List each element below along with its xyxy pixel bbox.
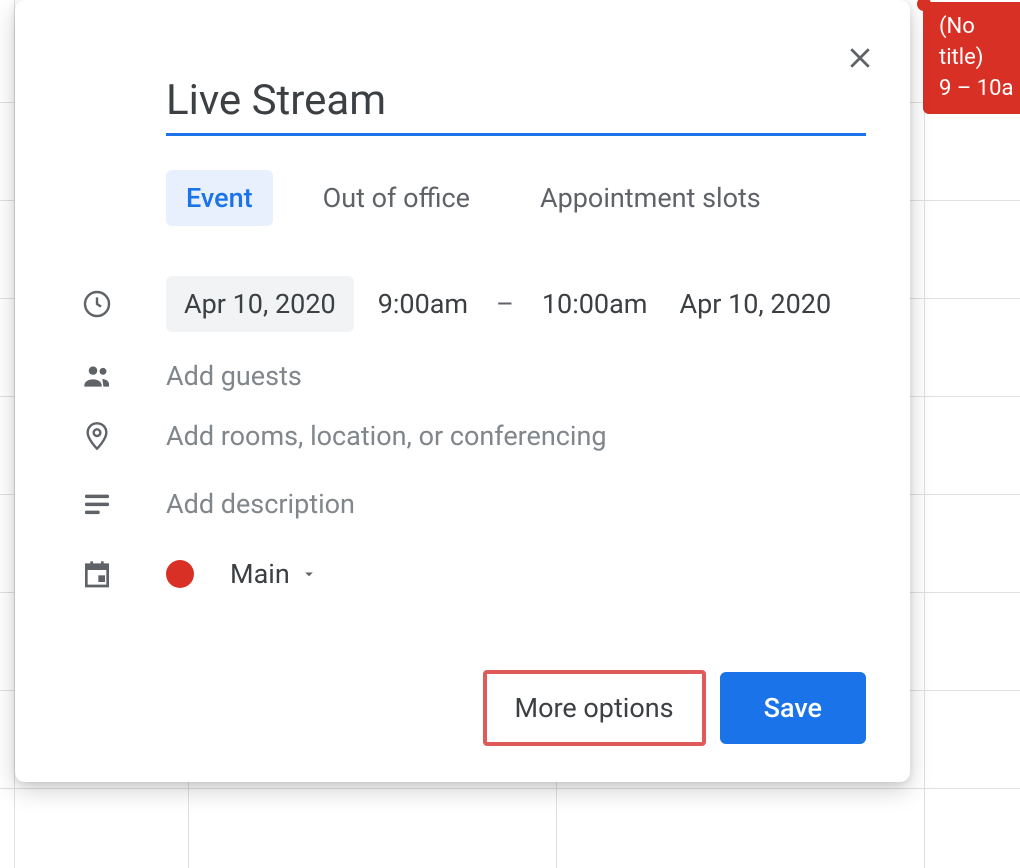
location-row[interactable]: Add rooms, location, or conferencing: [51, 420, 874, 452]
time-range-dash: –: [492, 288, 518, 320]
datetime-row: Apr 10, 2020 9:00am – 10:00am Apr 10, 20…: [51, 276, 874, 332]
tab-appointment-slots[interactable]: Appointment slots: [520, 170, 781, 226]
end-date-button[interactable]: Apr 10, 2020: [671, 276, 839, 332]
close-icon: [845, 43, 875, 73]
description-row[interactable]: Add description: [51, 488, 874, 520]
calendar-select-row: Main: [51, 558, 874, 590]
add-description-placeholder: Add description: [166, 488, 355, 520]
tab-out-of-office[interactable]: Out of office: [303, 170, 490, 226]
location-icon: [81, 420, 113, 452]
calendar-color-dot[interactable]: [166, 560, 194, 588]
guests-row[interactable]: Add guests: [51, 360, 874, 392]
add-guests-placeholder: Add guests: [166, 360, 302, 392]
start-date-button[interactable]: Apr 10, 2020: [166, 276, 354, 332]
clock-icon: [81, 288, 113, 320]
calendar-name-label: Main: [230, 558, 290, 590]
save-button[interactable]: Save: [720, 672, 866, 744]
event-title-input[interactable]: [166, 72, 866, 136]
chevron-down-icon: [300, 558, 318, 590]
background-calendar-event[interactable]: (No title) 9 – 10a: [923, 2, 1020, 114]
tab-event[interactable]: Event: [166, 170, 273, 226]
calendar-icon: [81, 558, 113, 590]
people-icon: [81, 360, 113, 392]
calendar-selector[interactable]: Main: [230, 558, 318, 590]
start-time-button[interactable]: 9:00am: [370, 276, 476, 332]
event-quick-create-dialog: Event Out of office Appointment slots Ap…: [15, 0, 910, 782]
dialog-footer: More options Save: [51, 670, 874, 746]
bg-event-time: 9 – 10a: [939, 74, 1014, 105]
add-location-placeholder: Add rooms, location, or conferencing: [166, 420, 607, 452]
end-time-button[interactable]: 10:00am: [534, 276, 656, 332]
description-icon: [81, 488, 113, 520]
event-handle-dot: [917, 0, 931, 11]
close-button[interactable]: [840, 38, 880, 78]
more-options-button[interactable]: More options: [483, 670, 706, 746]
bg-event-title: (No title): [939, 12, 1014, 74]
event-type-tabs: Event Out of office Appointment slots: [166, 170, 874, 226]
